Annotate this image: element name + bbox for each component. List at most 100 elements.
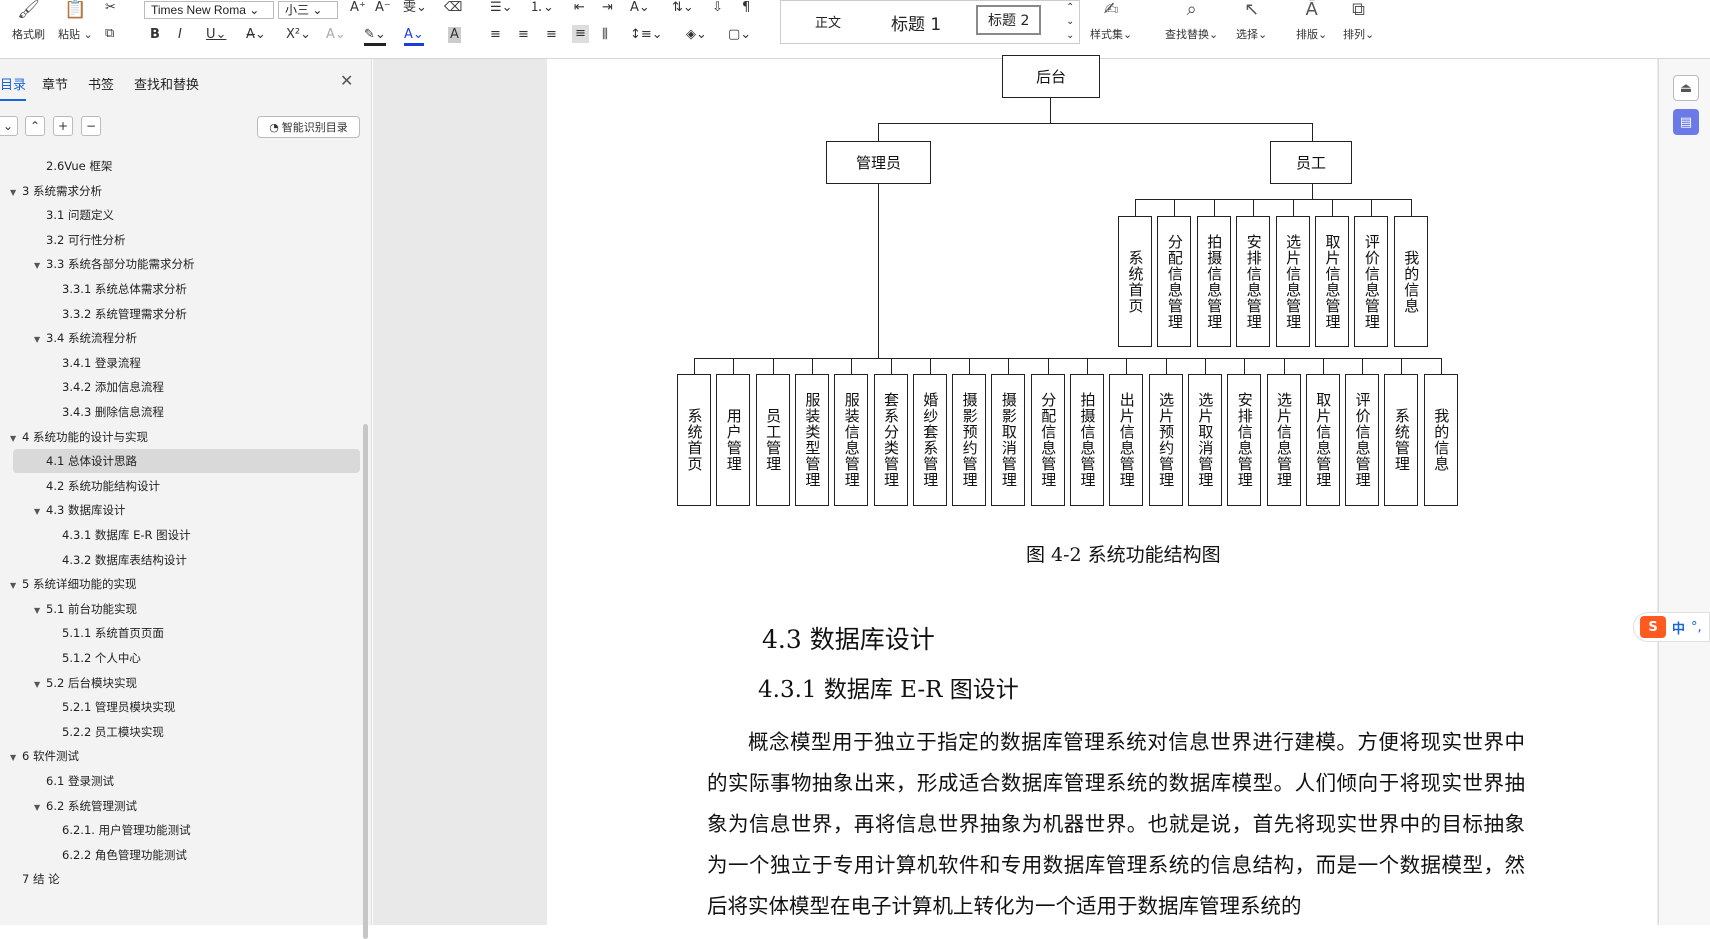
font-shrink-icon[interactable]: A⁻ (375, 0, 391, 16)
font-name-select[interactable]: Times New Roma ⌄ (144, 1, 274, 19)
highlight-icon[interactable]: ✎⌄ (364, 27, 386, 46)
underline-icon[interactable]: U⌄ (206, 27, 226, 43)
bold-icon[interactable]: B (150, 27, 160, 43)
expand-triangle-icon[interactable]: ▼ (34, 599, 46, 623)
format-painter-button[interactable]: 🖌 格式刷 (12, 0, 45, 42)
move-up-button[interactable]: ⌃ (25, 116, 45, 136)
smart-toc-button[interactable]: ◔ 智能识别目录 (257, 116, 360, 138)
eraser-icon[interactable]: ⌫ (444, 0, 462, 16)
strikethrough-icon[interactable]: A̶⌄ (246, 27, 266, 43)
toc-item[interactable]: 3.3.2 系统管理需求分析 (62, 302, 187, 326)
toc-item[interactable]: ▼ 5.2 后台模块实现 (34, 671, 137, 695)
toc-item[interactable]: ▼ 6.2 系统管理测试 (34, 794, 137, 818)
toc-item[interactable]: 3.2 可行性分析 (46, 228, 125, 252)
toc-item[interactable]: 3.4.2 添加信息流程 (62, 375, 164, 399)
line-spacing-icon[interactable]: ↕≡⌄ (630, 27, 663, 43)
align-center-icon[interactable]: ≡ (518, 27, 529, 43)
copy-icon[interactable]: ⧉ (105, 26, 114, 42)
outdent-icon[interactable]: ⇤ (574, 0, 585, 16)
toc-item[interactable]: 6.2.2 角色管理功能测试 (62, 843, 187, 867)
rail-doc-button[interactable]: ▤ (1673, 109, 1699, 135)
indent-icon[interactable]: ⇥ (602, 0, 613, 16)
expand-triangle-icon[interactable]: ▼ (34, 500, 46, 524)
tab-bookmarks[interactable]: 书签 (88, 74, 114, 93)
cut-icon[interactable]: ✂ (105, 0, 116, 16)
toc-item[interactable]: ▼ 4 系统功能的设计与实现 (10, 425, 148, 449)
toc-item[interactable]: 5.1.2 个人中心 (62, 646, 141, 670)
show-marks-icon[interactable]: ¶ (742, 0, 750, 16)
justify-icon[interactable]: ≡ (572, 25, 589, 43)
layout-button[interactable]: Ā 排版⌄ (1296, 0, 1327, 42)
rail-top-button[interactable]: ⏏ (1673, 75, 1699, 101)
expand-triangle-icon[interactable]: ▼ (10, 181, 22, 205)
toc-item[interactable]: 4.1 总体设计思路 (46, 449, 137, 473)
font-size-select[interactable]: 小三 ⌄ (278, 1, 338, 19)
toc-item[interactable]: ▼ 5.1 前台功能实现 (34, 597, 137, 621)
toc-item[interactable]: 5.1.1 系统首页页面 (62, 621, 164, 645)
tab-find-replace[interactable]: 查找和替换 (134, 74, 199, 93)
toc-item[interactable]: 7 结 论 (22, 867, 60, 891)
expand-triangle-icon[interactable]: ▼ (34, 796, 46, 820)
toc-item[interactable]: ▼ 3.3 系统各部分功能需求分析 (34, 252, 194, 276)
paste-button[interactable]: 📋 粘贴 ⌄ (58, 0, 93, 42)
bullet-list-icon[interactable]: ☰⌄ (490, 0, 513, 16)
font-color-icon[interactable]: A⌄ (404, 27, 424, 46)
style-normal[interactable]: 正文 (815, 12, 841, 31)
align-left-icon[interactable]: ≡ (490, 27, 501, 43)
find-replace-button[interactable]: ⌕ 查找替换⌄ (1165, 0, 1218, 42)
toc-item[interactable]: ▼ 6 软件测试 (10, 744, 79, 768)
toc-item[interactable]: 3.1 问题定义 (46, 203, 114, 227)
toc-item[interactable]: 4.2 系统功能结构设计 (46, 474, 160, 498)
shading-icon[interactable]: ◈⌄ (686, 27, 707, 43)
toc-item[interactable]: 5.2.1 管理员模块实现 (62, 695, 175, 719)
toc-item[interactable]: ▼ 4.3 数据库设计 (34, 498, 125, 522)
tab-toc[interactable]: 目录 (0, 74, 27, 101)
toc-item[interactable]: ▼ 3 系统需求分析 (10, 179, 102, 203)
toc-scrollbar[interactable] (363, 424, 368, 939)
phonetic-icon[interactable]: 雯⌄ (403, 0, 427, 16)
toc-item-label: 3.4.1 登录流程 (62, 355, 141, 370)
arrange-button[interactable]: ⧉ 排列⌄ (1343, 0, 1374, 42)
toc-item[interactable]: 6.1 登录测试 (46, 769, 114, 793)
sort-icon[interactable]: ⇅⌄ (672, 0, 694, 16)
close-icon[interactable]: ✕ (340, 71, 353, 90)
text-direction-icon[interactable]: A⌄ (630, 0, 650, 16)
remove-button[interactable]: − (81, 116, 101, 136)
numbered-list-icon[interactable]: ⒈⌄ (530, 0, 554, 16)
toc-item[interactable]: ▼ 5 系统详细功能的实现 (10, 572, 136, 596)
style-heading2[interactable]: 标题 2 (976, 5, 1042, 35)
ime-indicator[interactable]: S 中 °, (1633, 612, 1710, 642)
toc-item[interactable]: ▼ 3.4 系统流程分析 (34, 326, 137, 350)
distribute-icon[interactable]: ⫼ (602, 27, 608, 43)
expand-triangle-icon[interactable]: ▼ (10, 427, 22, 451)
add-button[interactable]: + (53, 116, 73, 136)
superscript-icon[interactable]: X²⌄ (286, 27, 311, 43)
toc-item[interactable]: 6.2.1. 用户管理功能测试 (62, 818, 191, 842)
toc-item[interactable]: 2.6Vue 框架 (46, 154, 112, 178)
expand-triangle-icon[interactable]: ▼ (34, 328, 46, 352)
style-heading1[interactable]: 标题 1 (891, 10, 941, 35)
sort-az-icon[interactable]: ⇩ (712, 0, 723, 16)
toc-item[interactable]: 5.2.2 员工模块实现 (62, 720, 164, 744)
text-effect-icon[interactable]: A⌄ (326, 27, 346, 43)
tab-chapters[interactable]: 章节 (42, 74, 68, 93)
select-button[interactable]: ↖ 选择⌄ (1236, 0, 1267, 42)
diagram-staff-child-box: 评价信息管理 (1354, 216, 1389, 347)
toc-item[interactable]: 4.3.1 数据库 E-R 图设计 (62, 523, 191, 547)
expand-triangle-icon[interactable]: ▼ (10, 746, 22, 770)
toc-item[interactable]: 3.4.3 删除信息流程 (62, 400, 164, 424)
toc-item[interactable]: 4.3.2 数据库表结构设计 (62, 548, 187, 572)
style-set-button[interactable]: ✍ 样式集⌄ (1090, 0, 1132, 42)
expand-triangle-icon[interactable]: ▼ (34, 254, 46, 278)
char-shading-icon[interactable]: A (448, 27, 461, 43)
border-icon[interactable]: ▢⌄ (728, 27, 751, 43)
italic-icon[interactable]: I (178, 27, 182, 43)
toc-item[interactable]: 3.3.1 系统总体需求分析 (62, 277, 187, 301)
toc-item[interactable]: 3.4.1 登录流程 (62, 351, 141, 375)
font-grow-icon[interactable]: A⁺ (350, 0, 366, 16)
expand-triangle-icon[interactable]: ▼ (34, 673, 46, 697)
gallery-scroll-icon[interactable]: ⌃ ⌄ ⌄ (1066, 1, 1074, 43)
expand-triangle-icon[interactable]: ▼ (10, 574, 22, 598)
align-right-icon[interactable]: ≡ (546, 27, 557, 43)
collapse-button[interactable]: ⌄ (0, 116, 18, 136)
